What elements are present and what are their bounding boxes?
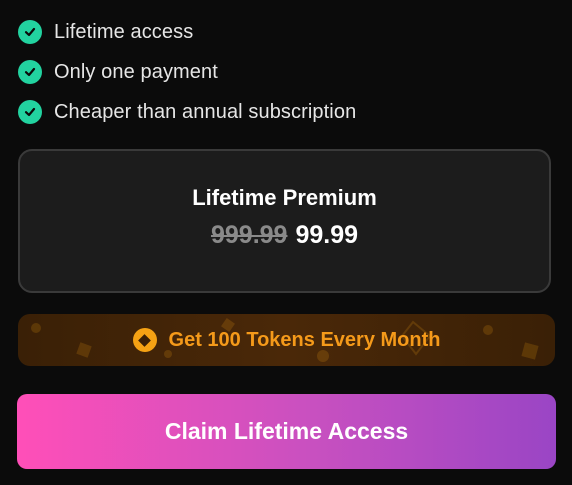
token-banner: Get 100 Tokens Every Month [18,314,555,366]
feature-item: Only one payment [18,52,356,92]
current-price: 99.99 [295,221,359,249]
check-circle-icon [18,100,42,124]
feature-item: Lifetime access [18,12,356,52]
token-banner-text: Get 100 Tokens Every Month [168,328,441,351]
cta-label: Claim Lifetime Access [164,418,409,444]
feature-label: Lifetime access [54,20,194,43]
feature-item: Cheaper than annual subscription [18,92,356,132]
old-price: 999.99 [210,221,288,249]
feature-list: Lifetime access Only one payment Cheaper… [18,12,356,132]
feature-label: Cheaper than annual subscription [54,100,357,123]
plan-card[interactable]: Lifetime Premium 999.99 99.99 [18,149,551,293]
plan-title: Lifetime Premium [192,185,377,210]
token-coin-icon [132,328,157,352]
feature-label: Only one payment [54,60,218,83]
check-circle-icon [18,60,42,84]
plan-price: 999.99 99.99 [20,221,549,250]
check-circle-icon [18,20,42,44]
claim-lifetime-access-button[interactable]: Claim Lifetime Access [17,394,556,469]
